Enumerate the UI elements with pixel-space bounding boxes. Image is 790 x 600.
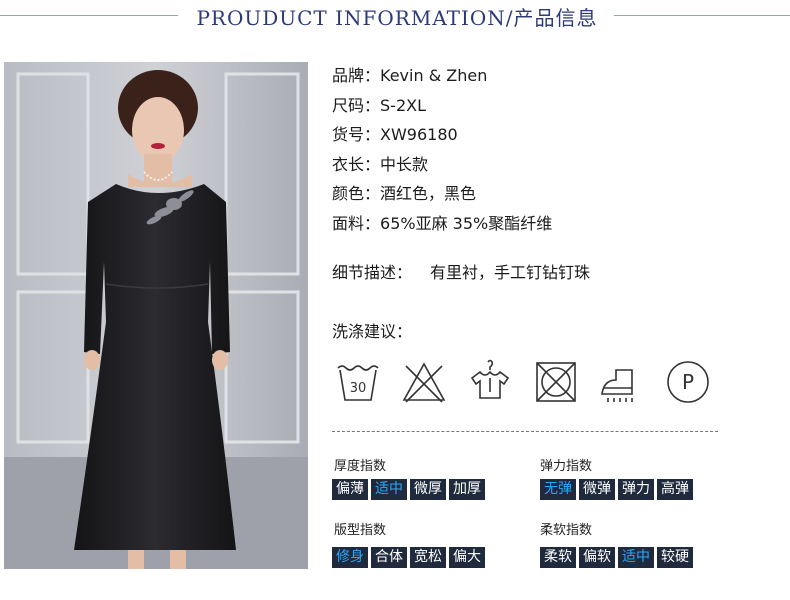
index-option: 宽松 — [410, 547, 446, 568]
info-value: Kevin & Zhen — [380, 66, 488, 85]
info-value: 中长款 — [380, 154, 429, 174]
info-value: S-2XL — [380, 95, 426, 115]
index-option: 偏软 — [579, 547, 615, 568]
softness-index-title: 柔软指数 — [540, 523, 593, 538]
header-rule-right — [614, 15, 790, 16]
fit-index-options: 修身 合体 宽松 偏大 — [332, 547, 485, 568]
index-option: 柔软 — [540, 547, 576, 568]
hang-dry-icon — [466, 358, 514, 406]
section-title: PROUDUCT INFORMATION/产品信息 — [196, 6, 598, 30]
info-value: XW96180 — [380, 125, 458, 144]
info-brand: 品牌：Kevin & Zhen — [332, 64, 552, 94]
info-length: 衣长：中长款 — [332, 153, 552, 183]
header-rule-left — [0, 15, 178, 16]
info-item-number: 货号：XW96180 — [332, 123, 552, 153]
info-value: 酒红色，黑色 — [380, 184, 477, 203]
index-option: 偏薄 — [332, 479, 368, 500]
info-value: 65%亚麻 35%聚酯纤维 — [380, 213, 553, 233]
wash-title: 洗涤建议： — [332, 322, 413, 341]
index-option: 较硬 — [657, 547, 693, 568]
index-option: 无弹 — [540, 479, 576, 500]
info-label: 面料： — [332, 213, 381, 233]
thickness-index-options: 偏薄 适中 微厚 加厚 — [332, 479, 485, 500]
index-option: 加厚 — [449, 479, 485, 500]
info-label: 尺码： — [332, 95, 381, 115]
index-option: 高弹 — [657, 479, 693, 500]
detail-label: 细节描述： — [332, 263, 413, 282]
index-option: 微厚 — [410, 479, 446, 500]
softness-index-options: 柔软 偏软 适中 较硬 — [540, 547, 693, 568]
product-info-list: 品牌：Kevin & Zhen 尺码：S-2XL 货号：XW96180 衣长：中… — [332, 64, 552, 241]
thickness-index-title: 厚度指数 — [334, 459, 387, 474]
index-option: 修身 — [332, 547, 368, 568]
product-photo — [4, 62, 308, 569]
professional-dry-clean-icon: P — [664, 358, 712, 406]
info-label: 衣长： — [332, 154, 381, 174]
index-option: 弹力 — [618, 479, 654, 500]
fit-index-title: 版型指数 — [334, 523, 387, 538]
iron-steam-icon — [598, 358, 646, 406]
index-option: 适中 — [618, 547, 654, 568]
info-label: 颜色： — [332, 184, 381, 203]
divider — [332, 431, 718, 432]
elasticity-index-options: 无弹 微弹 弹力 高弹 — [540, 479, 693, 500]
do-not-tumble-dry-icon — [532, 358, 580, 406]
wash-30-icon: 30 — [334, 358, 382, 406]
index-option: 微弹 — [579, 479, 615, 500]
info-fabric: 面料：65%亚麻 35%聚酯纤维 — [332, 212, 552, 242]
info-size: 尺码：S-2XL — [332, 94, 552, 124]
detail-description: 细节描述： 有里衬，手工钉钻钉珠 — [332, 259, 590, 283]
detail-value: 有里衬，手工钉钻钉珠 — [430, 263, 591, 282]
info-label: 品牌： — [332, 66, 381, 85]
wash-temp: 30 — [350, 381, 367, 396]
info-label: 货号： — [332, 125, 381, 144]
do-not-bleach-icon — [400, 358, 448, 406]
index-option: 偏大 — [449, 547, 485, 568]
info-color: 颜色：酒红色，黑色 — [332, 182, 552, 212]
index-option: 适中 — [371, 479, 407, 500]
index-option: 合体 — [371, 547, 407, 568]
elasticity-index-title: 弹力指数 — [540, 459, 593, 474]
dry-clean-letter: P — [682, 370, 694, 394]
